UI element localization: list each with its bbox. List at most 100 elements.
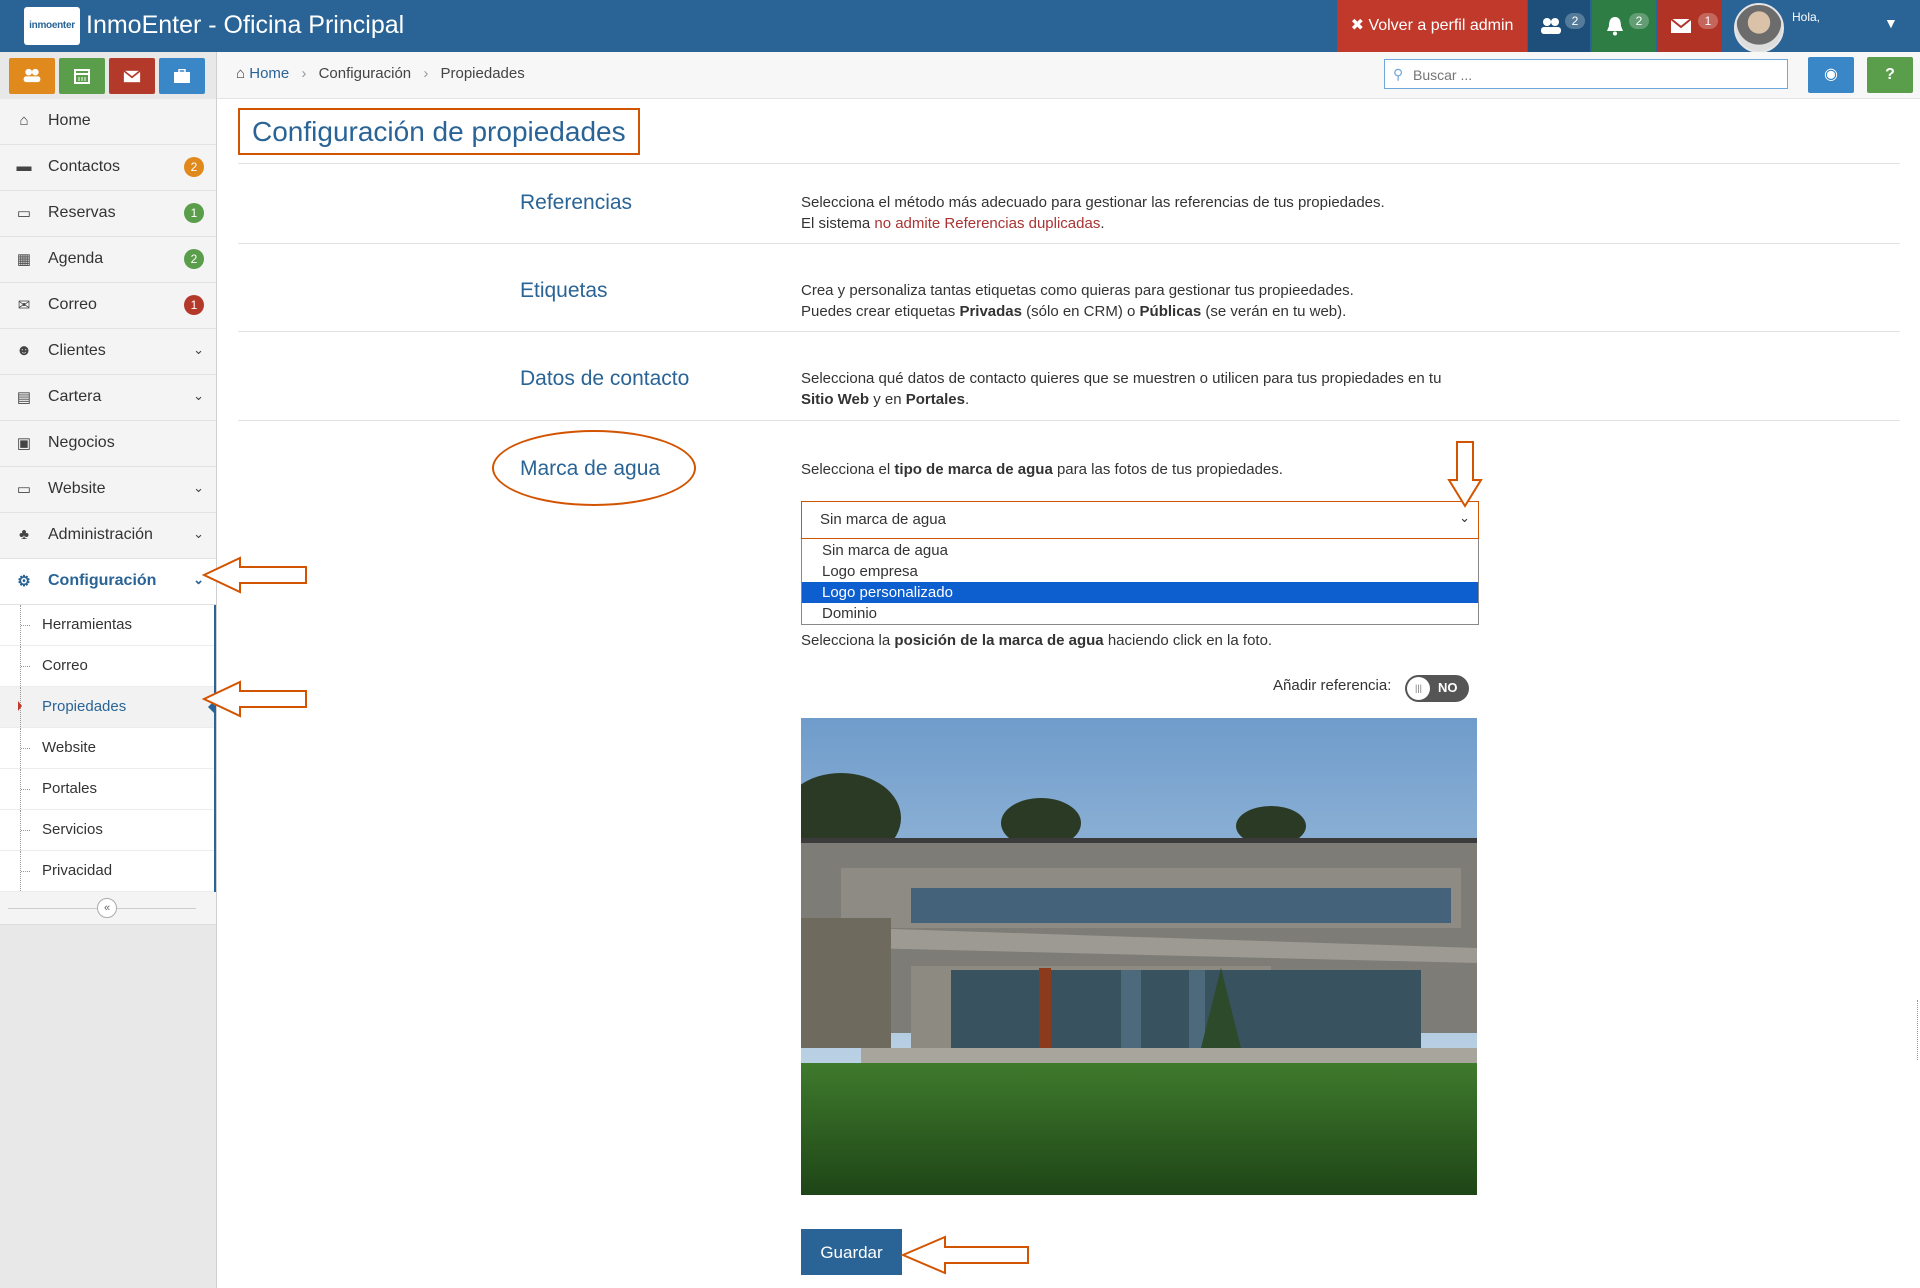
submenu-item-correo[interactable]: Correo (0, 646, 214, 687)
divider (238, 420, 1900, 421)
add-reference-toggle[interactable]: ||| NO (1405, 675, 1469, 702)
sidebar-item-website[interactable]: ▭ Website ⌄ (0, 467, 216, 513)
briefcase-icon (174, 68, 190, 83)
sidebar-item-administracion[interactable]: ♣ Administración ⌄ (0, 513, 216, 559)
correo-badge: 1 (184, 295, 204, 315)
sidebar-item-correo[interactable]: ✉ Correo 1 (0, 283, 216, 329)
marca-text-a: Selecciona el (801, 461, 895, 478)
sidebar-item-label: Cartera (48, 388, 102, 405)
sidebar-item-label: Correo (48, 296, 97, 313)
sidebar-item-reservas[interactable]: ▭ Reservas 1 (0, 191, 216, 237)
shortcut-mail-button[interactable] (109, 58, 155, 94)
shortcut-contacts-button[interactable] (9, 58, 55, 94)
save-button[interactable]: Guardar (801, 1229, 902, 1275)
marca-text-c: para las fotos de tus propiedades. (1052, 461, 1283, 478)
users-icon: ☻ (16, 342, 32, 359)
envelope-icon (1670, 18, 1692, 33)
sidebar-menu: ⌂ Home ▬ Contactos 2 ▭ Reservas 1 ▦ Agen… (0, 99, 216, 925)
pos-text-b: posición de la marca de agua (894, 632, 1104, 649)
section-text-referencias: Selecciona el método más adecuado para g… (801, 192, 1501, 234)
etiquetas-line2a: Puedes crear etiquetas (801, 303, 960, 320)
submenu-item-propiedades[interactable]: Propiedades (0, 687, 216, 728)
submenu-item-portales[interactable]: Portales (0, 769, 214, 810)
sidebar-item-label: Website (48, 480, 106, 497)
sidebar-item-label: Agenda (48, 250, 104, 267)
comment-icon: ▬ (16, 158, 32, 175)
sidebar-item-cartera[interactable]: ▤ Cartera ⌄ (0, 375, 216, 421)
property-photo[interactable] (801, 718, 1477, 1195)
question-icon: ? (1885, 66, 1895, 83)
alerts-button[interactable]: 2 (1592, 0, 1656, 52)
alerts-badge: 2 (1629, 13, 1649, 29)
breadcrumb-separator-icon: › (423, 65, 429, 82)
sidebar-item-clientes[interactable]: ☻ Clientes ⌄ (0, 329, 216, 375)
section-title-referencias[interactable]: Referencias (520, 191, 632, 215)
submenu-item-website[interactable]: Website (0, 728, 214, 769)
chevron-down-icon: ⌄ (193, 526, 204, 541)
page-title: Configuración de propiedades (238, 108, 640, 155)
search-input[interactable] (1411, 60, 1775, 90)
groups-notification-button[interactable]: 2 (1528, 0, 1590, 52)
watermark-option[interactable]: Logo empresa (802, 561, 1478, 582)
users-icon (23, 68, 41, 83)
watermark-type-select[interactable]: Sin marca de agua ⌄ (801, 501, 1479, 539)
sidebar-item-contactos[interactable]: ▬ Contactos 2 (0, 145, 216, 191)
bell-icon (1607, 17, 1623, 36)
referencias-line1: Selecciona el método más adecuado para g… (801, 194, 1385, 211)
messages-button[interactable]: 1 (1658, 0, 1722, 52)
divider (238, 243, 1900, 244)
submenu-item-label: Correo (42, 657, 88, 674)
option-label: Dominio (822, 605, 878, 622)
sidebar-item-agenda[interactable]: ▦ Agenda 2 (0, 237, 216, 283)
section-title-marca-de-agua[interactable]: Marca de agua (520, 457, 660, 481)
breadcrumb-configuracion[interactable]: Configuración (319, 65, 412, 82)
etiquetas-line2c: (sólo en CRM) o (1021, 303, 1140, 320)
watermark-option[interactable]: Dominio (802, 603, 1478, 624)
home-icon: ⌂ (19, 112, 29, 129)
sidebar-item-home[interactable]: ⌂ Home (0, 99, 216, 145)
sitemap-icon: ♣ (19, 526, 29, 543)
agenda-badge: 2 (184, 249, 204, 269)
messages-badge: 1 (1698, 13, 1718, 29)
submenu-item-label: Privacidad (42, 862, 113, 879)
user-avatar[interactable] (1734, 3, 1784, 53)
user-menu-caret-icon[interactable]: ▼ (1884, 15, 1898, 31)
submenu-item-label: Website (42, 739, 96, 756)
shortcut-agenda-button[interactable] (59, 58, 105, 94)
section-title-etiquetas[interactable]: Etiquetas (520, 279, 608, 303)
submenu-item-label: Portales (42, 780, 98, 797)
watermark-select-value: Sin marca de agua (820, 511, 946, 528)
reservas-badge: 1 (184, 203, 204, 223)
section-title-contacto[interactable]: Datos de contacto (520, 367, 689, 391)
sidebar-item-configuracion[interactable]: ⚙ Configuración ⌄ (0, 559, 216, 605)
contacto-line2b: y en (869, 391, 906, 408)
chevron-down-icon: ⌄ (193, 342, 204, 357)
watermark-option[interactable]: Sin marca de agua (802, 540, 1478, 561)
app-logo[interactable]: inmoenter (24, 7, 80, 45)
briefcase-icon: ▤ (16, 389, 32, 406)
etiquetas-privadas: Privadas (959, 303, 1022, 320)
breadcrumb-home[interactable]: Home (249, 65, 289, 82)
back-to-admin-button[interactable]: ✖ Volver a perfil admin (1337, 0, 1527, 52)
watermark-options-list: Sin marca de agua Logo empresa Logo pers… (801, 539, 1479, 625)
help-button[interactable]: ? (1867, 57, 1913, 93)
referencias-line2a: El sistema (801, 215, 875, 232)
chevron-down-icon: ⌄ (193, 388, 204, 403)
active-marker-icon (18, 701, 22, 711)
pos-text-a: Selecciona la (801, 632, 895, 649)
top-bar: inmoenter InmoEnter - Oficina Principal … (0, 0, 1920, 53)
submenu-item-herramientas[interactable]: Herramientas (0, 605, 214, 646)
watermark-option-highlighted[interactable]: Logo personalizado (802, 582, 1478, 603)
globe-button[interactable]: ◉ (1808, 57, 1854, 93)
sidebar-collapse-row: « (0, 892, 216, 925)
collapse-sidebar-icon[interactable]: « (97, 898, 117, 918)
shortcut-portfolio-button[interactable] (159, 58, 205, 94)
submenu-item-privacidad[interactable]: Privacidad (0, 851, 214, 892)
users-icon (1541, 18, 1561, 34)
watermark-position-text: Selecciona la posición de la marca de ag… (801, 632, 1272, 649)
submenu-item-servicios[interactable]: Servicios (0, 810, 214, 851)
breadcrumb-propiedades: Propiedades (440, 65, 525, 82)
sidebar-item-label: Negocios (48, 434, 115, 451)
annotation-arrow-configuracion (201, 556, 307, 594)
sidebar-item-negocios[interactable]: ▣ Negocios (0, 421, 216, 467)
